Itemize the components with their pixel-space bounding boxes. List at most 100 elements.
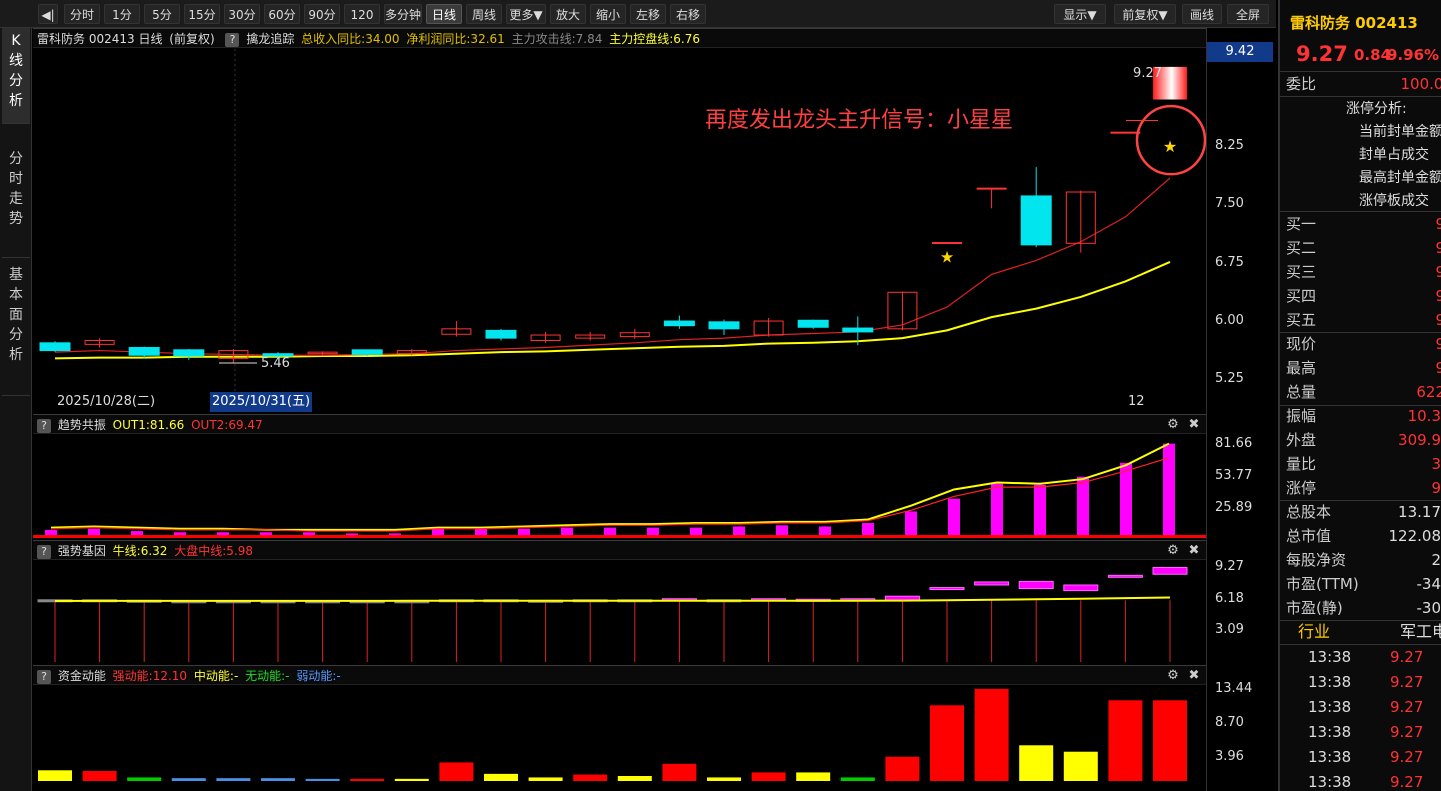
- momentum-bar: [974, 688, 1009, 781]
- weibi-value: 100.00: [1400, 75, 1441, 93]
- mid-energy-value: 中动能:-: [193, 669, 239, 683]
- toolbar-button-12[interactable]: 放大: [550, 4, 586, 24]
- close-icon[interactable]: ✖: [1186, 417, 1202, 433]
- volume-stat-row-value: 3: [1431, 455, 1441, 473]
- volume-stat-row: 外盘 309.9: [1280, 428, 1441, 452]
- tab-fundamentals[interactable]: 基本面分析: [2, 262, 30, 396]
- settings-gear-icon[interactable]: ⚙: [1165, 417, 1181, 433]
- momentum-bar: [394, 778, 429, 781]
- toolbar-button-0[interactable]: 分时: [64, 4, 100, 24]
- bid-row: 买二 9: [1280, 236, 1441, 260]
- volume-stat-row-label: 量比: [1286, 455, 1317, 473]
- tab-kline-analysis[interactable]: K线分析: [2, 28, 30, 124]
- price-stat-row-value: 9: [1435, 356, 1441, 380]
- toolbar-right-button-0[interactable]: 显示▼: [1054, 4, 1106, 24]
- tick-row: 13:38 9.27: [1280, 770, 1441, 791]
- industry-row[interactable]: 行业 军工电: [1280, 620, 1441, 644]
- kline-chart[interactable]: ★ ★ 9.27 5.46: [33, 49, 1207, 391]
- momentum-bar: [38, 770, 72, 781]
- help-icon[interactable]: ?: [37, 419, 51, 433]
- help-icon[interactable]: ?: [225, 33, 240, 47]
- momentum-bar: [127, 777, 162, 781]
- price-tick-label: 5.25: [1215, 371, 1244, 387]
- price-stat-row-value: 622: [1416, 383, 1441, 401]
- volume-stat-row: 振幅 10.3: [1280, 404, 1441, 428]
- help-icon[interactable]: ?: [37, 545, 51, 559]
- capital-momentum-chart[interactable]: [33, 685, 1206, 785]
- gene-block: [1107, 574, 1143, 578]
- momentum-bar: [707, 777, 741, 781]
- indicator2-header: ? 强势基因 牛线:6.32 大盘中线:5.98 ⚙ ✖: [33, 540, 1206, 560]
- settings-gear-icon[interactable]: ⚙: [1165, 668, 1181, 684]
- indicator1-name: 趋势共振: [57, 418, 106, 432]
- back-arrow-icon[interactable]: ◀|: [38, 4, 58, 24]
- toolbar-button-3[interactable]: 15分: [184, 4, 220, 24]
- candle-body: [797, 319, 829, 328]
- toolbar-button-15[interactable]: 右移: [670, 4, 706, 24]
- toolbar-button-1[interactable]: 1分: [104, 4, 140, 24]
- toolbar-right-button-3[interactable]: 全屏: [1227, 4, 1269, 24]
- main-chart-header: 雷科防务 002413 日线 (前复权) ? 擒龙追踪 总收入同比:34.00 …: [33, 28, 1206, 48]
- ind2-tick-label: 9.27: [1215, 559, 1244, 575]
- toolbar-button-13[interactable]: 缩小: [590, 4, 626, 24]
- bid-row-value: 9: [1435, 308, 1441, 332]
- price-tick-label: 8.25: [1215, 138, 1244, 154]
- out2-value: OUT2:69.47: [191, 418, 263, 432]
- tick-price: 9.27: [1390, 773, 1424, 791]
- date-label: 2025/10/28(二): [57, 394, 156, 409]
- toolbar-button-5[interactable]: 60分: [264, 4, 300, 24]
- close-icon[interactable]: ✖: [1186, 543, 1202, 559]
- toolbar-button-14[interactable]: 左移: [630, 4, 666, 24]
- candle-body: [663, 320, 695, 327]
- adjust-label: (前复权): [169, 32, 215, 46]
- trend-resonance-chart[interactable]: [33, 434, 1206, 538]
- volume-stat-row-label: 振幅: [1286, 407, 1317, 425]
- momentum-bar: [1019, 745, 1054, 781]
- toolbar-button-10[interactable]: 周线: [466, 4, 502, 24]
- help-icon[interactable]: ?: [37, 670, 51, 684]
- ind2-tick-label: 3.09: [1215, 622, 1244, 638]
- ind1-tick-label: 25.89: [1215, 500, 1253, 516]
- stock-title: 雷科防务 002413 日线: [37, 32, 163, 46]
- toolbar-button-4[interactable]: 30分: [224, 4, 260, 24]
- close-icon[interactable]: ✖: [1186, 668, 1202, 684]
- settings-gear-icon[interactable]: ⚙: [1165, 543, 1181, 559]
- date-label: 12: [1128, 394, 1145, 409]
- momentum-bar: [1108, 700, 1143, 781]
- toolbar-button-9[interactable]: 日线: [426, 4, 462, 24]
- toolbar-button-8[interactable]: 多分钟: [384, 4, 422, 24]
- control-line-value: 主力控盘线:6.76: [609, 32, 700, 46]
- tick-price: 9.27: [1390, 723, 1424, 741]
- toolbar-right-button-2[interactable]: 画线: [1182, 4, 1222, 24]
- bid-row-value: 9: [1435, 284, 1441, 308]
- strong-energy-value: 强动能:12.10: [112, 669, 188, 683]
- bid-row-label: 买二: [1286, 239, 1317, 257]
- volume-stat-row-label: 涨停: [1286, 479, 1317, 497]
- toolbar-right-button-1[interactable]: 前复权▼: [1114, 4, 1176, 24]
- strength-gene-chart[interactable]: [33, 560, 1206, 662]
- toolbar-button-2[interactable]: 5分: [144, 4, 180, 24]
- tick-row: 13:38 9.27: [1280, 670, 1441, 695]
- fund-stat-row: 市盈(静) -30: [1280, 596, 1441, 620]
- momentum-bar: [439, 762, 474, 781]
- momentum-bar: [573, 774, 608, 781]
- candle-body: [708, 321, 740, 330]
- stock-name-code: 雷科防务 002413: [1290, 14, 1418, 32]
- candle-body: [173, 349, 205, 357]
- tick-row: 13:38 9.27: [1280, 645, 1441, 670]
- toolbar-button-11[interactable]: 更多▼: [506, 4, 546, 24]
- fund-stat-row-label: 每股净资: [1286, 551, 1347, 569]
- high-price-label: 9.27: [1133, 66, 1162, 81]
- momentum-bar: [840, 777, 875, 781]
- tab-intraday[interactable]: 分时走势: [2, 146, 30, 258]
- no-energy-value: 无动能:-: [245, 669, 290, 683]
- gene-block: [929, 587, 965, 591]
- weibi-label: 委比: [1286, 75, 1317, 93]
- limit-analysis-row: 最高封单金额: [1359, 170, 1441, 186]
- bid-row: 买一 9: [1280, 212, 1441, 236]
- fund-stat-row-value: 13.17: [1398, 503, 1441, 521]
- candle-body: [1020, 195, 1052, 246]
- toolbar-button-6[interactable]: 90分: [304, 4, 340, 24]
- toolbar-button-7[interactable]: 120分: [344, 4, 380, 42]
- star-signal-icon: ★: [940, 248, 954, 267]
